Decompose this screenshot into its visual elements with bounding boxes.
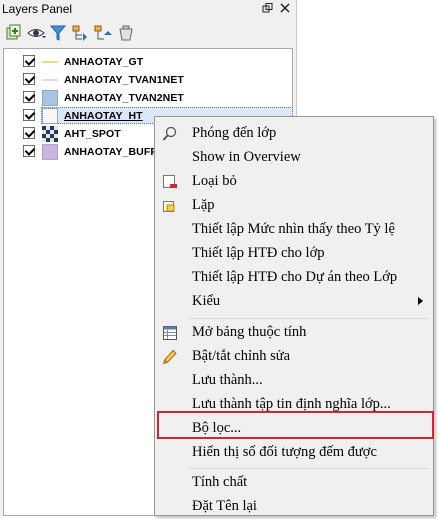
panel-title: Layers Panel [2, 2, 73, 16]
zoom-to-layer-icon [162, 126, 178, 142]
duplicate-icon [162, 198, 178, 214]
layer-name: ANHAOTAY_TVAN1NET [64, 74, 184, 86]
filter-icon [49, 25, 67, 41]
expand-all-icon [72, 25, 87, 41]
menu-item-show-in-overview[interactable]: Show in Overview [155, 146, 433, 170]
menu-item-show-feature-count[interactable]: Hiển thị số đối tượng đếm được [155, 441, 433, 465]
layer-name: ANHAOTAY_GT [64, 56, 144, 68]
layer-visibility-checkbox[interactable] [23, 55, 36, 67]
submenu-arrow-icon [418, 297, 423, 305]
layer-visibility-checkbox[interactable] [23, 109, 36, 121]
menu-item-label: Thiết lập HTĐ cho Dự án theo Lớp [192, 269, 398, 285]
restore-icon [262, 3, 273, 13]
menu-separator [189, 318, 429, 319]
menu-separator [189, 468, 429, 469]
menu-item-toggle-editing[interactable]: Bật/tắt chỉnh sửa [155, 345, 433, 369]
layer-visibility-checkbox[interactable] [23, 127, 36, 139]
checkmark-icon [24, 127, 36, 138]
layer-row-anhaotay-tvan2net[interactable]: ANHAOTAY_TVAN2NET [4, 89, 292, 107]
menu-item-rename[interactable]: Đặt Tên lại [155, 495, 433, 519]
menu-item-label: Thiết lập Mức nhìn thấy theo Tỷ lệ [192, 221, 395, 237]
menu-item-label: Kiểu [192, 293, 221, 309]
menu-item-label: Phóng đến lớp [192, 125, 277, 141]
remove-layer-button[interactable] [116, 23, 136, 43]
filter-highlight-box [157, 411, 434, 439]
line-symbol-icon [42, 72, 58, 88]
layer-name: ANHAOTAY_BUFF [64, 146, 157, 158]
layer-visibility-checkbox[interactable] [23, 145, 36, 157]
menu-item-set-scale-visibility[interactable]: Thiết lập Mức nhìn thấy theo Tỷ lệ [155, 218, 433, 242]
fill-symbol-icon [42, 90, 58, 106]
menu-item-remove[interactable]: Loại bỏ [155, 170, 433, 194]
close-icon [280, 3, 290, 13]
layer-row-anhaotay-gt[interactable]: ANHAOTAY_GT [4, 53, 292, 71]
layer-visibility-checkbox[interactable] [23, 73, 36, 85]
menu-item-label: Hiển thị số đối tượng đếm được [192, 444, 377, 460]
menu-item-label: Loại bỏ [192, 173, 237, 189]
menu-item-label: Lưu thành... [192, 372, 263, 388]
attribute-table-icon [162, 325, 178, 341]
menu-item-label: Thiết lập HTĐ cho lớp [192, 245, 325, 261]
menu-item-label: Bật/tắt chỉnh sửa [192, 348, 291, 364]
pencil-icon [162, 349, 178, 365]
add-group-button[interactable] [4, 23, 24, 43]
line-symbol-icon [42, 54, 58, 70]
filter-legend-button[interactable] [48, 23, 68, 43]
menu-item-styles[interactable]: Kiểu [155, 290, 433, 314]
remove-layer-icon [119, 25, 133, 41]
layer-name: AHT_SPOT [64, 128, 121, 140]
menu-item-label: Tính chất [192, 474, 248, 490]
layer-row-anhaotay-tvan1net[interactable]: ANHAOTAY_TVAN1NET [4, 71, 292, 89]
checkmark-icon [24, 91, 36, 102]
restore-panel-button[interactable] [262, 2, 274, 14]
menu-item-label: Đặt Tên lại [192, 498, 257, 514]
layer-name: ANHAOTAY_HT [64, 110, 143, 122]
fill-symbol-icon [42, 108, 58, 124]
collapse-all-button[interactable] [92, 23, 112, 43]
visibility-button[interactable] [26, 23, 46, 43]
layers-toolbar [0, 20, 296, 46]
menu-item-label: Lặp [192, 197, 215, 213]
layer-context-menu: Phóng đến lớp Show in Overview Loại bỏ L… [154, 116, 434, 516]
checker-symbol-icon [42, 126, 58, 142]
add-group-icon [6, 24, 21, 40]
menu-item-set-layer-crs[interactable]: Thiết lập HTĐ cho lớp [155, 242, 433, 266]
menu-item-label: Mở bảng thuộc tính [192, 324, 307, 340]
checkmark-icon [24, 73, 36, 84]
expand-all-button[interactable] [70, 23, 90, 43]
checkmark-icon [24, 109, 36, 120]
close-panel-button[interactable] [279, 2, 291, 14]
visibility-eye-icon [27, 29, 46, 38]
panel-titlebar: Layers Panel [0, 0, 296, 18]
checkmark-icon [24, 145, 36, 156]
menu-item-duplicate[interactable]: Lặp [155, 194, 433, 218]
menu-item-properties[interactable]: Tính chất [155, 471, 433, 495]
checkmark-icon [24, 55, 36, 66]
menu-item-set-project-crs-from-layer[interactable]: Thiết lập HTĐ cho Dự án theo Lớp [155, 266, 433, 290]
layer-name: ANHAOTAY_TVAN2NET [64, 92, 184, 104]
collapse-all-icon [94, 25, 112, 40]
menu-item-label: Show in Overview [192, 149, 301, 165]
menu-item-open-attribute-table[interactable]: Mở bảng thuộc tính [155, 321, 433, 345]
layer-visibility-checkbox[interactable] [23, 91, 36, 103]
menu-item-save-as[interactable]: Lưu thành... [155, 369, 433, 393]
menu-item-zoom-to-layer[interactable]: Phóng đến lớp [155, 122, 433, 146]
fill-symbol-icon [42, 144, 58, 160]
remove-icon [162, 174, 178, 190]
